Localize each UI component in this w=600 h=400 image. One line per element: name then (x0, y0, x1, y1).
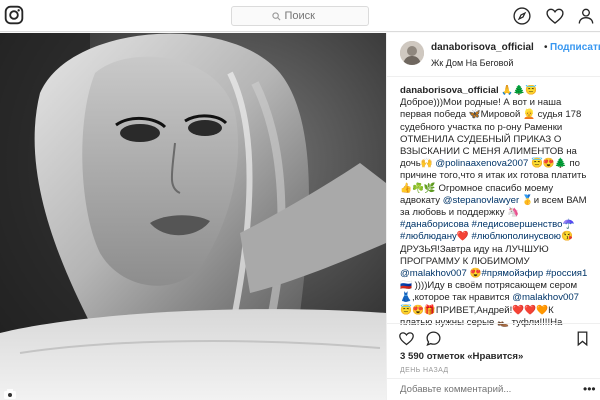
follow-button[interactable]: Подписаться (550, 42, 600, 53)
hashtag-link[interactable]: #россия1 (546, 268, 588, 279)
caption-text: ДРУЗЬЯ!Завтра иду на ЛУЧШУЮ (400, 243, 549, 255)
follow-separator: • (544, 42, 548, 53)
caption-line: судебного участка по р-ону Раменки (400, 122, 596, 134)
caption-line: ПРОГРАММУ К ЛЮБИМОМУ (400, 256, 596, 268)
post-author-username[interactable]: danaborisova_official (431, 42, 534, 53)
caption-text: причине того,что я итак их готова платит… (400, 170, 587, 182)
caption-line: #люблюдану❤️ #люблюполинусвою😘 (400, 231, 596, 243)
caption-text: ВЗЫСКАНИИ С МЕНЯ АЛИМЕНТОВ на (400, 146, 577, 158)
likes-number: 3 590 (400, 351, 425, 362)
heart-outline-icon[interactable] (398, 330, 415, 347)
caption-line: дочь🙌 @polinaaxenova2007 😇😍🌲 по (400, 158, 596, 170)
caption-line: ОТМЕНИЛА СУДЕБНЫЙ ПРИКАЗ О (400, 134, 596, 146)
caption-line: 👍☘️🌿 Огромное спасибо моему (400, 183, 596, 195)
mention-link[interactable]: @stepanovlawyer (443, 195, 519, 206)
hashtag-link[interactable]: #ледисовершенство (472, 219, 563, 230)
person-icon[interactable] (576, 6, 596, 26)
post-photo[interactable] (0, 33, 386, 400)
speech-bubble-icon[interactable] (425, 330, 442, 347)
caption-line: 🇷🇺 ))))Иду в своём потрясающем сером (400, 280, 596, 292)
caption-text: ПРОГРАММУ К ЛЮБИМОМУ (400, 255, 530, 267)
caption-line: danaborisova_official 🙏🌲😇 (400, 85, 596, 97)
instagram-logo-icon[interactable] (4, 5, 24, 25)
caption-text: 👗,которое так нравится (400, 292, 513, 304)
caption-line: 👗,которое так нравится @malakhov007 (400, 292, 596, 304)
caption-text: 😘 (561, 231, 573, 243)
camera-badge-icon (4, 389, 16, 399)
post-caption: danaborisova_official 🙏🌲😇 Доброе)))Мои ро… (400, 85, 596, 353)
caption-text: 😇😍🎁ПРИВЕТ,Андрей!❤️❤️🧡К (400, 304, 554, 316)
search-icon (271, 11, 280, 20)
search-box[interactable] (231, 6, 369, 26)
avatar-image (400, 41, 424, 65)
hashtag-link[interactable]: #прямойэфир (481, 268, 543, 279)
caption-text: за любовь и поддержку 🦄 (400, 207, 520, 219)
caption-line: Доброе)))Мои родные! А вот и наша (400, 97, 596, 109)
hashtag-link[interactable]: #люблюдану (400, 231, 457, 242)
post-actions (387, 323, 600, 353)
likes-label: отметок «Нравится» (426, 351, 524, 362)
caption-text: 👍☘️🌿 Огромное спасибо моему (400, 182, 554, 194)
heart-icon[interactable] (545, 6, 565, 26)
caption-text: ☂️ (562, 219, 575, 231)
bookmark-icon[interactable] (574, 330, 591, 347)
caption-text: 😇😍🌲 по (528, 158, 581, 170)
post-location[interactable]: Жк Дом На Беговой (431, 58, 513, 68)
caption-line: адвокату @stepanovlawyer 🥇и всем ВАМ (400, 195, 596, 207)
caption-username[interactable]: danaborisova_official (400, 85, 499, 96)
comment-input[interactable] (400, 384, 578, 395)
caption-line: #данаборисова #ледисовершенство☂️ (400, 219, 596, 231)
mention-link[interactable]: @polinaaxenova2007 (435, 158, 528, 169)
caption-text: первая победа 🦋Мировой 👱 судья 178 (400, 109, 582, 121)
search-input[interactable] (284, 10, 329, 22)
caption-text: Доброе)))Мои родные! А вот и наша (400, 97, 562, 109)
caption-line: первая победа 🦋Мировой 👱 судья 178 (400, 109, 596, 121)
caption-text: 🇷🇺 ))))Иду в своём потрясающем сером (400, 280, 578, 292)
likes-count[interactable]: 3 590 отметок «Нравится» (400, 351, 523, 362)
hashtag-link[interactable]: #данаборисова (400, 219, 469, 230)
caption-text: 😍 (466, 268, 482, 280)
caption-text: адвокату (400, 194, 443, 206)
caption-text: 🙏🌲😇 (498, 85, 538, 96)
post-header: danaborisova_official • Подписаться Жк Д… (387, 33, 600, 77)
caption-line: 😇😍🎁ПРИВЕТ,Андрей!❤️❤️🧡К (400, 305, 596, 317)
caption-text: судебного участка по р-ону Раменки (400, 121, 563, 133)
post-timestamp: ДЕНЬ НАЗАД (400, 367, 449, 374)
caption-text: ОТМЕНИЛА СУДЕБНЫЙ ПРИКАЗ О (400, 133, 562, 145)
hashtag-link[interactable]: #люблюполинусвою (471, 231, 561, 242)
top-navbar (0, 0, 600, 32)
more-options-button[interactable]: ••• (583, 382, 596, 396)
caption-text: ❤️ (456, 231, 472, 243)
portrait-image (0, 33, 386, 400)
mention-link[interactable]: @malakhov007 (400, 268, 467, 279)
caption-text: 🥇и всем ВАМ (519, 194, 587, 206)
compass-icon[interactable] (512, 6, 532, 26)
caption-line: @malakhov007 😍#прямойэфир #россия1 (400, 268, 596, 280)
post-details-panel: danaborisova_official • Подписаться Жк Д… (386, 33, 600, 400)
caption-line: причине того,что я итак их готова платит… (400, 170, 596, 182)
caption-text: дочь🙌 (400, 158, 436, 170)
comment-box: ••• (387, 378, 600, 400)
caption-line: за любовь и поддержку 🦄 (400, 207, 596, 219)
avatar[interactable] (400, 41, 424, 65)
mention-link[interactable]: @malakhov007 (512, 292, 579, 303)
caption-line: ДРУЗЬЯ!Завтра иду на ЛУЧШУЮ (400, 244, 596, 256)
caption-line: ВЗЫСКАНИИ С МЕНЯ АЛИМЕНТОВ на (400, 146, 596, 158)
